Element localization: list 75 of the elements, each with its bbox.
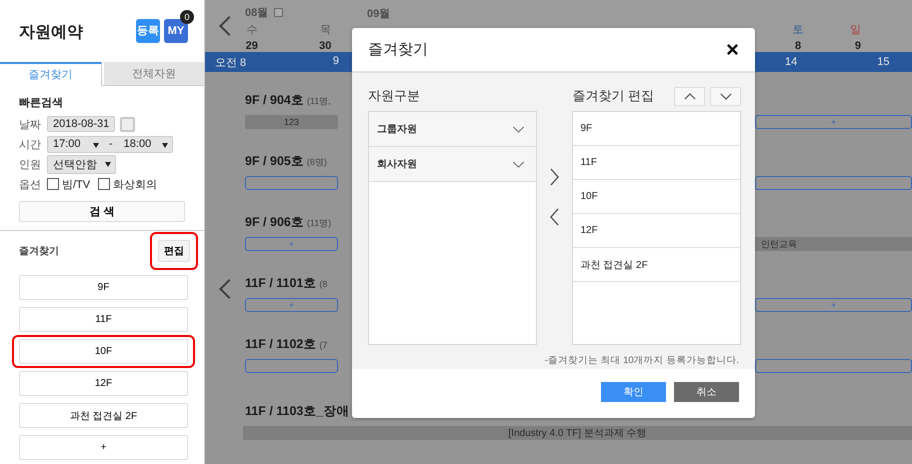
room-name: 11F / 1102호 — [245, 336, 316, 353]
favorite-button[interactable]: 10F — [19, 339, 188, 364]
chevron-up-icon — [684, 92, 696, 100]
weekday-label: 토 — [792, 23, 804, 37]
weekday-label: 목 — [320, 23, 331, 37]
favorite-item[interactable]: 9F — [573, 112, 740, 146]
month-label: 09월 — [366, 7, 392, 21]
room-capacity: (11명, — [306, 95, 331, 108]
section-heading: 빠른검색 — [19, 96, 64, 110]
count-badge: 0 — [180, 10, 194, 24]
group-item[interactable]: 회사자원 — [369, 147, 536, 182]
favorite-button[interactable]: 11F — [19, 307, 188, 332]
field-label: 날짜 — [19, 118, 42, 132]
month-label: 08월 — [245, 6, 268, 20]
move-up-button[interactable] — [674, 86, 705, 106]
hour-label: 14 — [785, 56, 798, 68]
group-label: 그룹자원 — [377, 123, 417, 136]
weekday-label: 일 — [850, 23, 861, 37]
favorite-item[interactable]: 10F — [573, 180, 740, 214]
room-name: 9F / 904호 — [245, 92, 304, 109]
tab[interactable]: 전체자원 — [104, 62, 204, 85]
panel-heading: 즐겨찾기 편집 — [572, 87, 654, 105]
hour-label: 9 — [332, 54, 339, 68]
checkbox[interactable] — [98, 178, 110, 190]
app-title: 자원예약 — [19, 23, 83, 43]
room-name: 9F / 905호 — [245, 153, 304, 170]
booking-block: 인턴교육 — [755, 237, 912, 251]
people-select[interactable]: 선택안함 — [47, 154, 116, 174]
weekday-label: 수 — [246, 23, 258, 37]
favorite-item[interactable]: 12F — [573, 214, 740, 248]
room-capacity: (11명) — [306, 217, 332, 230]
field-label: 옵션 — [19, 178, 42, 192]
date-label: 9 — [854, 40, 861, 52]
date-field[interactable]: 2018-08-31 — [47, 116, 116, 132]
hour-label: 15 — [877, 56, 890, 68]
favorite-button[interactable]: + — [19, 435, 188, 460]
checkbox[interactable] — [47, 178, 59, 190]
hour-label: 오전 8 — [215, 56, 246, 70]
move-left-icon[interactable] — [550, 208, 559, 226]
room-name: 9F / 906호 — [245, 214, 304, 231]
field-label: 인원 — [19, 158, 42, 172]
move-down-button[interactable] — [710, 86, 741, 106]
cancel-button[interactable]: 취소 — [674, 382, 739, 402]
room-name: 11F / 1103호_장애 — [245, 403, 350, 420]
booking-block: [Industry 4.0 TF] 분석과제 수행 — [243, 426, 912, 440]
caret-icon — [105, 162, 111, 167]
calendar-icon[interactable] — [274, 8, 284, 16]
close-icon[interactable] — [726, 43, 739, 56]
date-label: 29 — [246, 40, 258, 52]
room-capacity: (8명) — [306, 156, 327, 169]
field-label: 시간 — [19, 138, 42, 152]
search-button[interactable]: 검 색 — [19, 200, 185, 222]
checkbox-label: 빔/TV — [62, 178, 90, 192]
checkbox-label: 화상회의 — [113, 178, 158, 192]
edit-button[interactable]: 편집 — [158, 240, 190, 262]
chevron-down-icon — [720, 92, 732, 100]
limit-note: -즐겨찾기는 최대 10개까지 등록가능합니다. — [544, 354, 740, 367]
favorite-button[interactable]: 9F — [19, 275, 188, 300]
group-label: 회사자원 — [377, 158, 417, 171]
room-name: 11F / 1101호 — [245, 275, 316, 292]
panel-heading: 자원구분 — [368, 87, 420, 105]
section-heading: 즐겨찾기 — [19, 245, 59, 258]
move-right-icon[interactable] — [550, 168, 559, 186]
group-item[interactable]: 그룹자원 — [369, 112, 536, 147]
room-capacity: (8 — [319, 279, 328, 289]
my-button[interactable]: MY — [164, 18, 188, 42]
room-capacity: (7 — [319, 340, 328, 350]
date-label: 30 — [319, 40, 332, 52]
booking-block: 123 — [245, 115, 338, 129]
favorite-button[interactable]: 12F — [19, 371, 188, 396]
date-label: 8 — [794, 40, 802, 52]
favorite-item[interactable]: 11F — [573, 146, 740, 180]
dialog-title: 즐겨찾기 — [368, 40, 428, 59]
favorite-button[interactable]: 과천 접견실 2F — [19, 403, 188, 428]
favorite-item[interactable]: 과천 접견실 2F — [573, 248, 740, 282]
